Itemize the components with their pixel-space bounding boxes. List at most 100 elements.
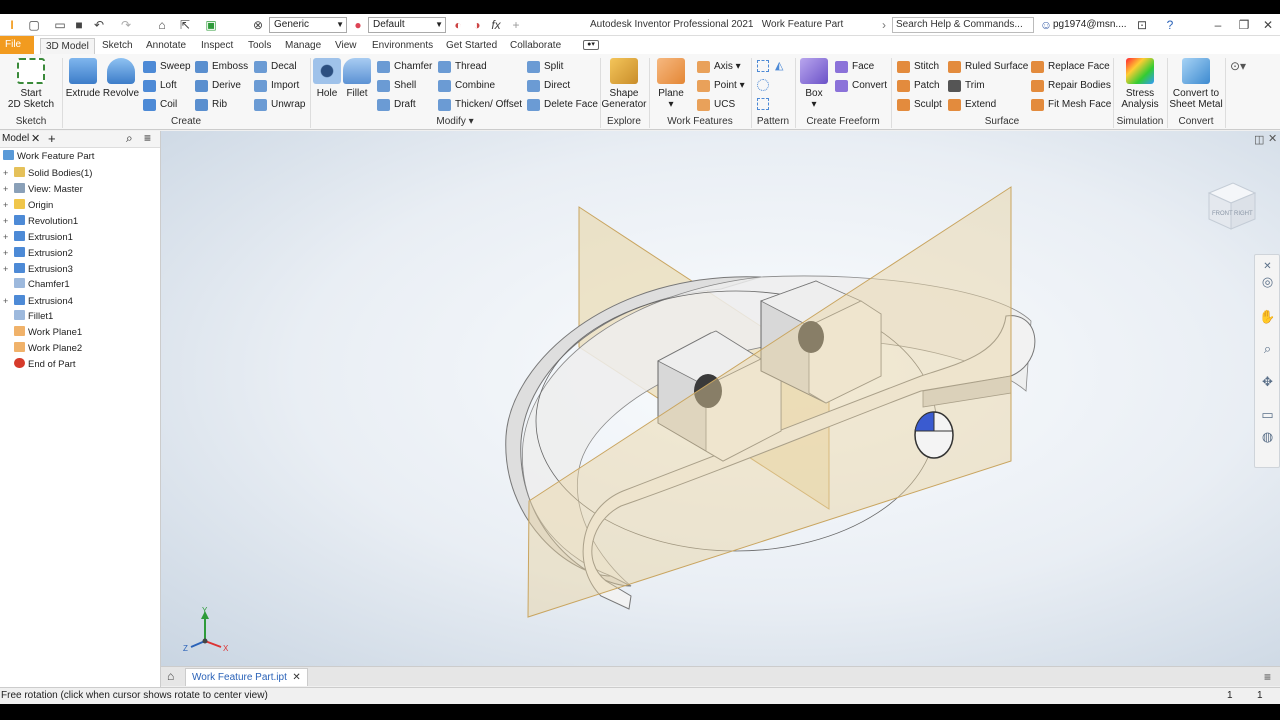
material-dropdown[interactable]: Generic ▼ xyxy=(269,17,347,33)
close-view-icon[interactable]: ✕ xyxy=(1268,132,1277,145)
new-file-icon[interactable]: ▢ xyxy=(26,17,42,33)
expand-icon[interactable]: + xyxy=(3,213,11,229)
tab-collaborate[interactable]: Collaborate xyxy=(505,38,566,54)
graphics-viewport[interactable]: Y X Z FRONT RIGHT ◫ ✕ xyxy=(161,131,1280,666)
tree-item-end-of-part[interactable]: End of Part xyxy=(3,357,76,373)
home-icon[interactable]: ⌂ xyxy=(167,669,174,683)
steering-wheel-icon[interactable]: ◎ xyxy=(1258,272,1277,291)
convert-button[interactable]: Convert xyxy=(835,78,887,94)
appearance-dropdown[interactable]: Default ▼ xyxy=(368,17,446,33)
expand-icon[interactable]: + xyxy=(3,293,11,309)
tab-tools[interactable]: Tools xyxy=(243,38,276,54)
fx-parameters-icon[interactable]: fx xyxy=(488,17,504,33)
clear-icon[interactable]: ◑ xyxy=(469,17,485,33)
close-icon[interactable]: ✕ xyxy=(31,132,40,145)
cart-icon[interactable]: ⊡ xyxy=(1134,17,1150,33)
expand-icon[interactable]: + xyxy=(3,165,11,181)
stress-analysis-button[interactable]: Stress Analysis xyxy=(1115,58,1165,110)
pan-icon[interactable]: ✋ xyxy=(1258,307,1277,326)
axis-button[interactable]: Axis ▾ xyxy=(697,59,741,75)
tree-root[interactable]: Work Feature Part xyxy=(3,149,94,165)
adjust-icon[interactable]: ◐ xyxy=(450,17,466,33)
user-icon[interactable]: ☺ xyxy=(1038,17,1054,33)
ribbon-display-icon[interactable]: ●▾ xyxy=(583,40,599,50)
import-button[interactable]: Import xyxy=(254,78,299,94)
shell-button[interactable]: Shell xyxy=(377,78,416,94)
sweep-button[interactable]: Sweep xyxy=(143,59,191,75)
select-icon[interactable]: ⇱ xyxy=(177,17,193,33)
mirror-icon[interactable]: ◭ xyxy=(775,60,787,72)
tab-3d-model[interactable]: 3D Model xyxy=(40,38,95,54)
extend-button[interactable]: Extend xyxy=(948,97,996,113)
tree-item-view-master[interactable]: + View: Master xyxy=(3,181,83,197)
patch-button[interactable]: Patch xyxy=(897,78,940,94)
replace-face-button[interactable]: Replace Face xyxy=(1031,59,1110,75)
repair-bodies-button[interactable]: Repair Bodies xyxy=(1031,78,1111,94)
split-button[interactable]: Split xyxy=(527,59,563,75)
fillet-button[interactable]: Fillet xyxy=(342,58,372,99)
update-icon[interactable]: ▣ xyxy=(203,17,219,33)
plus-icon[interactable]: + xyxy=(508,17,524,33)
tree-item-revolution1[interactable]: + Revolution1 xyxy=(3,213,78,229)
expand-icon[interactable]: + xyxy=(3,181,11,197)
rectangular-pattern-icon[interactable] xyxy=(757,60,769,72)
tree-item-solid-bodies[interactable]: + Solid Bodies(1) xyxy=(3,165,92,181)
point-button[interactable]: Point ▾ xyxy=(697,78,745,94)
start-2d-sketch-button[interactable]: Start 2D Sketch xyxy=(4,58,58,110)
appearance-preset-icon[interactable]: ◍ xyxy=(1258,427,1277,446)
home-icon[interactable]: ⌂ xyxy=(154,17,170,33)
material-icon[interactable]: ⊗ xyxy=(250,17,266,33)
close-icon[interactable]: ✕ xyxy=(292,672,300,683)
tab-view[interactable]: View xyxy=(330,38,362,54)
shape-generator-button[interactable]: Shape Generator xyxy=(600,58,648,110)
unwrap-button[interactable]: Unwrap xyxy=(254,97,305,113)
delete-face-button[interactable]: Delete Face xyxy=(527,97,598,113)
tab-inspect[interactable]: Inspect xyxy=(196,38,238,54)
expand-icon[interactable]: + xyxy=(3,229,11,245)
add-tab-icon[interactable]: + xyxy=(48,131,56,146)
tab-annotate[interactable]: Annotate xyxy=(141,38,191,54)
inventor-logo-icon[interactable]: I xyxy=(4,17,20,33)
sketch-pattern-icon[interactable] xyxy=(757,98,769,110)
derive-button[interactable]: Derive xyxy=(195,78,241,94)
expand-icon[interactable]: + xyxy=(3,261,11,277)
open-folder-icon[interactable]: ▭ xyxy=(52,17,68,33)
expand-icon[interactable]: + xyxy=(3,197,11,213)
undo-icon[interactable]: ↶ xyxy=(91,17,107,33)
tree-item-extrusion1[interactable]: + Extrusion1 xyxy=(3,229,73,245)
browser-tab-model[interactable]: Model xyxy=(2,133,29,144)
search-icon[interactable]: ⌕ xyxy=(126,131,133,146)
tree-item-extrusion2[interactable]: + Extrusion2 xyxy=(3,245,73,261)
stitch-button[interactable]: Stitch xyxy=(897,59,939,75)
ribbon-options-icon[interactable]: ⊙▾ xyxy=(1230,59,1246,73)
trim-button[interactable]: Trim xyxy=(948,78,985,94)
thread-button[interactable]: Thread xyxy=(438,59,487,75)
convert-to-sheet-metal-button[interactable]: Convert to Sheet Metal xyxy=(1168,58,1224,110)
menu-icon[interactable]: ≡ xyxy=(144,131,151,145)
view-cube[interactable]: FRONT RIGHT xyxy=(1207,182,1257,230)
draft-button[interactable]: Draft xyxy=(377,97,416,113)
chamfer-button[interactable]: Chamfer xyxy=(377,59,432,75)
group-modify-label[interactable]: Modify ▾ xyxy=(310,115,600,129)
tab-manage[interactable]: Manage xyxy=(280,38,326,54)
face-button[interactable]: Face xyxy=(835,59,874,75)
rib-button[interactable]: Rib xyxy=(195,97,227,113)
expand-icon[interactable]: + xyxy=(3,245,11,261)
loft-button[interactable]: Loft xyxy=(143,78,177,94)
minimize-icon[interactable]: – xyxy=(1210,17,1226,33)
appearance-icon[interactable]: ● xyxy=(350,17,366,33)
tree-item-origin[interactable]: + Origin xyxy=(3,197,53,213)
tab-get-started[interactable]: Get Started xyxy=(441,38,502,54)
coil-button[interactable]: Coil xyxy=(143,97,177,113)
tree-item-extrusion4[interactable]: + Extrusion4 xyxy=(3,293,73,309)
tree-item-chamfer1[interactable]: Chamfer1 xyxy=(3,277,70,293)
ucs-button[interactable]: UCS xyxy=(697,97,735,113)
thicken-offset-button[interactable]: Thicken/ Offset xyxy=(438,97,522,113)
close-icon[interactable]: ✕ xyxy=(1260,17,1276,33)
combine-button[interactable]: Combine xyxy=(438,78,495,94)
ruled-surface-button[interactable]: Ruled Surface xyxy=(948,59,1028,75)
orbit-icon[interactable]: ✥ xyxy=(1258,372,1277,391)
revolve-button[interactable]: Revolve xyxy=(102,58,140,99)
tab-sketch[interactable]: Sketch xyxy=(97,38,138,54)
help-icon[interactable]: ? xyxy=(1162,17,1178,33)
